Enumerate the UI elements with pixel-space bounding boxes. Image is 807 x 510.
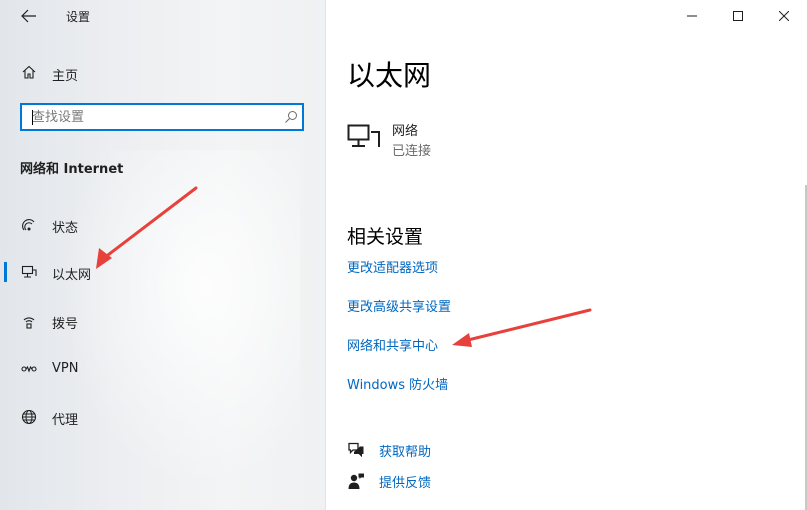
change-advanced-sharing-link[interactable]: 更改高级共享设置 bbox=[347, 296, 451, 315]
give-feedback-label: 提供反馈 bbox=[379, 476, 432, 491]
sidebar-item-home[interactable]: 主页 bbox=[0, 58, 325, 88]
network-name: 网络 bbox=[392, 124, 419, 139]
sidebar-item-proxy[interactable]: 代理 bbox=[0, 401, 325, 433]
get-help-item[interactable]: 获取帮助 bbox=[347, 439, 547, 461]
close-icon bbox=[779, 11, 789, 21]
ethernet-icon bbox=[21, 265, 37, 278]
sidebar-item-label: 状态 bbox=[52, 221, 79, 236]
sidebar-item-label: 以太网 bbox=[52, 268, 92, 283]
maximize-icon bbox=[733, 11, 743, 21]
network-state: 已连接 bbox=[392, 144, 432, 159]
window-controls bbox=[669, 0, 807, 32]
settings-window: 设置 主页 网络和 Internet 状态 bbox=[0, 0, 807, 510]
minimize-icon bbox=[687, 15, 697, 17]
related-settings-heading: 相关设置 bbox=[347, 226, 424, 248]
section-heading: 网络和 Internet bbox=[20, 162, 124, 177]
maximize-button[interactable] bbox=[715, 0, 761, 32]
sidebar-item-label: VPN bbox=[52, 361, 79, 376]
ethernet-monitor-icon bbox=[347, 124, 380, 147]
page-title: 以太网 bbox=[347, 59, 432, 92]
sidebar-item-status[interactable]: 状态 bbox=[0, 209, 325, 241]
close-button[interactable] bbox=[761, 0, 807, 32]
get-help-label: 获取帮助 bbox=[379, 445, 432, 460]
status-icon bbox=[22, 219, 35, 231]
search-box[interactable] bbox=[20, 103, 304, 131]
sidebar-item-dialup[interactable]: 拨号 bbox=[0, 305, 325, 337]
sidebar-item-label: 拨号 bbox=[52, 317, 79, 332]
app-title: 设置 bbox=[66, 10, 91, 24]
minimize-button[interactable] bbox=[669, 0, 715, 32]
windows-firewall-link[interactable]: Windows 防火墙 bbox=[347, 374, 448, 393]
change-adapter-options-link[interactable]: 更改适配器选项 bbox=[347, 257, 438, 276]
give-feedback-item[interactable]: 提供反馈 bbox=[347, 470, 547, 492]
main-content: 以太网 网络 已连接 相关设置 更改适配器选项 更改高级共享设置 网络和共享中心… bbox=[326, 0, 807, 510]
network-sharing-center-link[interactable]: 网络和共享中心 bbox=[347, 335, 438, 354]
feedback-person-icon bbox=[348, 473, 364, 489]
dialup-icon bbox=[23, 317, 35, 329]
sidebar-item-label: 主页 bbox=[52, 69, 79, 84]
search-input[interactable] bbox=[32, 108, 272, 126]
title-bar: 设置 bbox=[0, 0, 325, 34]
sidebar-item-label: 代理 bbox=[52, 413, 79, 428]
vpn-icon bbox=[21, 365, 37, 373]
network-status-item[interactable]: 网络 已连接 bbox=[347, 118, 547, 159]
sidebar-item-ethernet[interactable]: 以太网 bbox=[0, 256, 325, 288]
help-chat-icon bbox=[348, 442, 364, 458]
sidebar: 设置 主页 网络和 Internet 状态 bbox=[0, 0, 326, 510]
home-icon bbox=[22, 65, 36, 79]
sidebar-item-vpn[interactable]: VPN bbox=[0, 353, 325, 385]
globe-icon bbox=[21, 409, 37, 425]
back-button[interactable] bbox=[16, 4, 42, 28]
active-indicator bbox=[4, 262, 7, 282]
search-icon[interactable] bbox=[284, 110, 298, 124]
back-arrow-icon bbox=[21, 9, 36, 23]
